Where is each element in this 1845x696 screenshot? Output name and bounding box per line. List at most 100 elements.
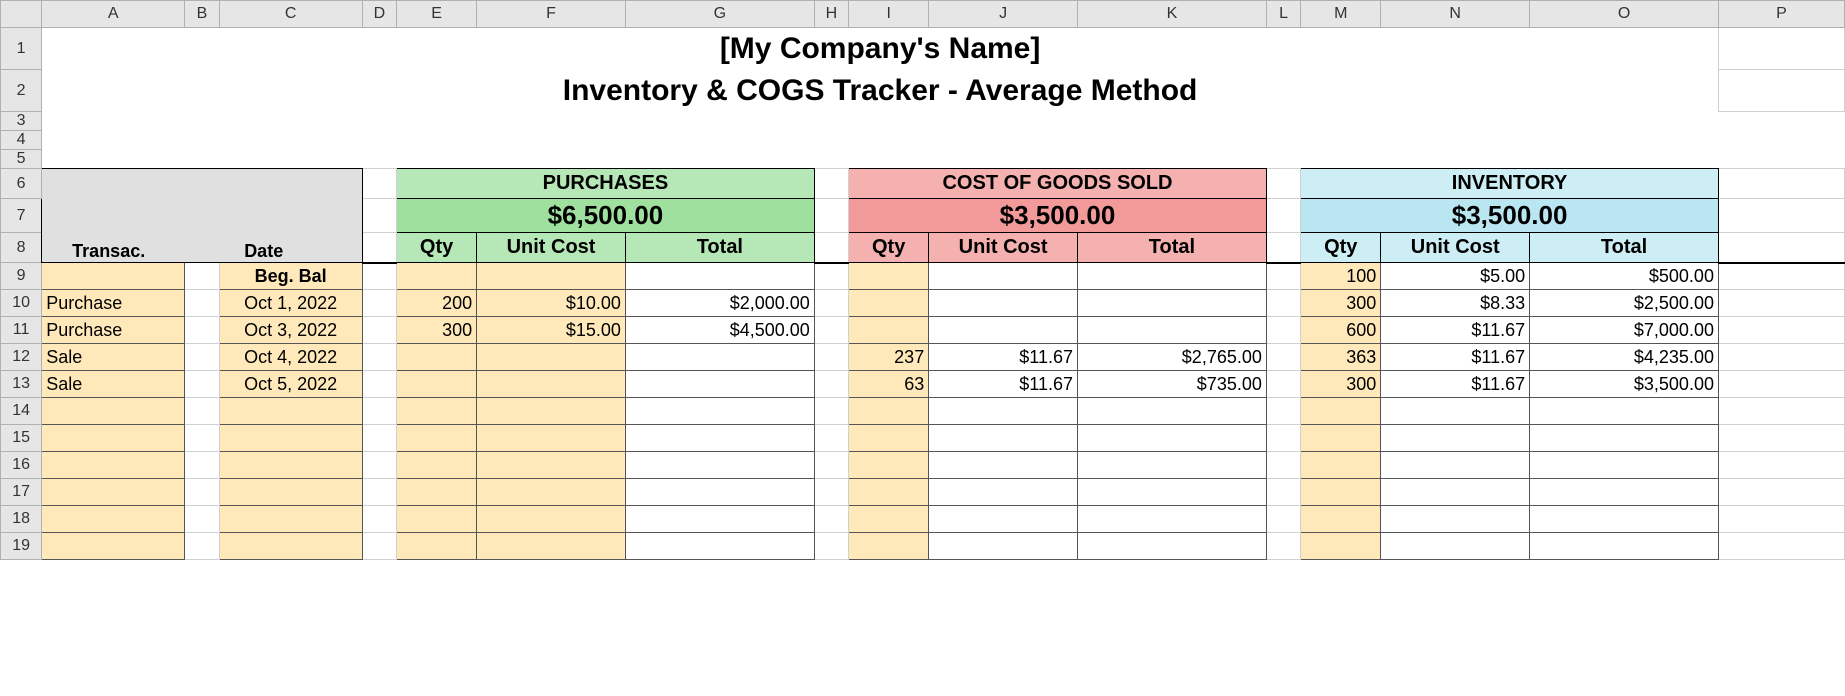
row-4[interactable]: 4	[1, 131, 42, 150]
cell[interactable]	[362, 169, 396, 199]
i-qty-cell[interactable]: 300	[1301, 290, 1381, 317]
c-qty-cell[interactable]	[849, 452, 929, 479]
cell[interactable]	[1266, 506, 1300, 533]
cell[interactable]	[1718, 398, 1844, 425]
row-13[interactable]: 13	[1, 371, 42, 398]
cell[interactable]	[814, 344, 848, 371]
i-qty-cell[interactable]: 300	[1301, 371, 1381, 398]
transac-cell[interactable]	[42, 533, 185, 560]
p-tot-cell[interactable]	[625, 263, 814, 290]
c-uc-cell[interactable]	[929, 263, 1078, 290]
row-5[interactable]: 5	[1, 150, 42, 169]
col-I[interactable]: I	[849, 1, 929, 28]
cell[interactable]	[814, 233, 848, 263]
cell[interactable]	[1718, 425, 1844, 452]
c-tot-cell[interactable]	[1078, 479, 1267, 506]
p-qty-header[interactable]: Qty	[397, 233, 477, 263]
cell[interactable]	[1266, 533, 1300, 560]
cell[interactable]	[362, 233, 396, 263]
p-tot-cell[interactable]	[625, 506, 814, 533]
i-uc-cell[interactable]	[1381, 452, 1530, 479]
p-uc-cell[interactable]	[477, 506, 626, 533]
p-uc-cell[interactable]	[477, 533, 626, 560]
transac-cell[interactable]	[42, 263, 185, 290]
row-10[interactable]: 10	[1, 290, 42, 317]
cell[interactable]	[42, 131, 1845, 150]
corner-cell[interactable]	[1, 1, 42, 28]
i-tot-cell[interactable]	[1530, 452, 1719, 479]
cell[interactable]	[362, 290, 396, 317]
cell[interactable]	[185, 452, 219, 479]
cell[interactable]	[1266, 371, 1300, 398]
p-uc-cell[interactable]	[477, 344, 626, 371]
cell[interactable]	[185, 533, 219, 560]
c-qty-cell[interactable]	[849, 533, 929, 560]
cell[interactable]	[814, 452, 848, 479]
col-A[interactable]: A	[42, 1, 185, 28]
i-tot-header[interactable]: Total	[1530, 233, 1719, 263]
i-uc-cell[interactable]: $11.67	[1381, 344, 1530, 371]
date-cell[interactable]	[219, 533, 362, 560]
date-cell[interactable]	[219, 398, 362, 425]
cell[interactable]	[814, 533, 848, 560]
p-uc-header[interactable]: Unit Cost	[477, 233, 626, 263]
c-qty-cell[interactable]: 237	[849, 344, 929, 371]
c-uc-cell[interactable]	[929, 398, 1078, 425]
i-uc-header[interactable]: Unit Cost	[1381, 233, 1530, 263]
date-cell[interactable]: Beg. Bal	[219, 263, 362, 290]
i-qty-cell[interactable]	[1301, 398, 1381, 425]
cell[interactable]	[1266, 425, 1300, 452]
col-E[interactable]: E	[397, 1, 477, 28]
cell[interactable]	[1266, 263, 1300, 290]
transac-date-header-block[interactable]: Transac. Date	[42, 169, 362, 263]
cell[interactable]	[362, 317, 396, 344]
i-qty-cell[interactable]: 600	[1301, 317, 1381, 344]
p-qty-cell[interactable]	[397, 533, 477, 560]
cell[interactable]	[362, 199, 396, 233]
p-tot-cell[interactable]	[625, 533, 814, 560]
row-1[interactable]: 1	[1, 28, 42, 70]
col-O[interactable]: O	[1530, 1, 1719, 28]
i-qty-cell[interactable]: 363	[1301, 344, 1381, 371]
cell[interactable]	[1266, 317, 1300, 344]
row-9[interactable]: 9	[1, 263, 42, 290]
cell[interactable]	[1718, 263, 1844, 290]
cell[interactable]	[814, 199, 848, 233]
p-uc-cell[interactable]: $15.00	[477, 317, 626, 344]
row-18[interactable]: 18	[1, 506, 42, 533]
p-tot-cell[interactable]	[625, 479, 814, 506]
i-qty-cell[interactable]	[1301, 452, 1381, 479]
i-qty-cell[interactable]	[1301, 533, 1381, 560]
p-uc-cell[interactable]	[477, 479, 626, 506]
cell[interactable]	[362, 263, 396, 290]
c-tot-cell[interactable]	[1078, 263, 1267, 290]
row-12[interactable]: 12	[1, 344, 42, 371]
p-tot-header[interactable]: Total	[625, 233, 814, 263]
transac-cell[interactable]	[42, 506, 185, 533]
cell[interactable]	[814, 506, 848, 533]
i-uc-cell[interactable]: $8.33	[1381, 290, 1530, 317]
col-G[interactable]: G	[625, 1, 814, 28]
row-16[interactable]: 16	[1, 452, 42, 479]
c-qty-cell[interactable]	[849, 290, 929, 317]
cogs-sum[interactable]: $3,500.00	[849, 199, 1267, 233]
i-tot-cell[interactable]	[1530, 398, 1719, 425]
i-tot-cell[interactable]	[1530, 425, 1719, 452]
row-19[interactable]: 19	[1, 533, 42, 560]
date-cell[interactable]	[219, 506, 362, 533]
row-15[interactable]: 15	[1, 425, 42, 452]
cell[interactable]	[1718, 317, 1844, 344]
cell[interactable]	[1266, 479, 1300, 506]
p-tot-cell[interactable]: $2,000.00	[625, 290, 814, 317]
spreadsheet[interactable]: A B C D E F G H I J K L M N O P 1 [My Co…	[0, 0, 1845, 560]
cell[interactable]	[814, 371, 848, 398]
cell[interactable]	[1718, 70, 1844, 112]
cell[interactable]	[362, 506, 396, 533]
col-P[interactable]: P	[1718, 1, 1844, 28]
cell[interactable]	[814, 290, 848, 317]
cell[interactable]	[814, 425, 848, 452]
cell[interactable]	[1718, 290, 1844, 317]
i-tot-cell[interactable]	[1530, 479, 1719, 506]
c-tot-cell[interactable]	[1078, 317, 1267, 344]
purchases-header[interactable]: PURCHASES	[397, 169, 815, 199]
